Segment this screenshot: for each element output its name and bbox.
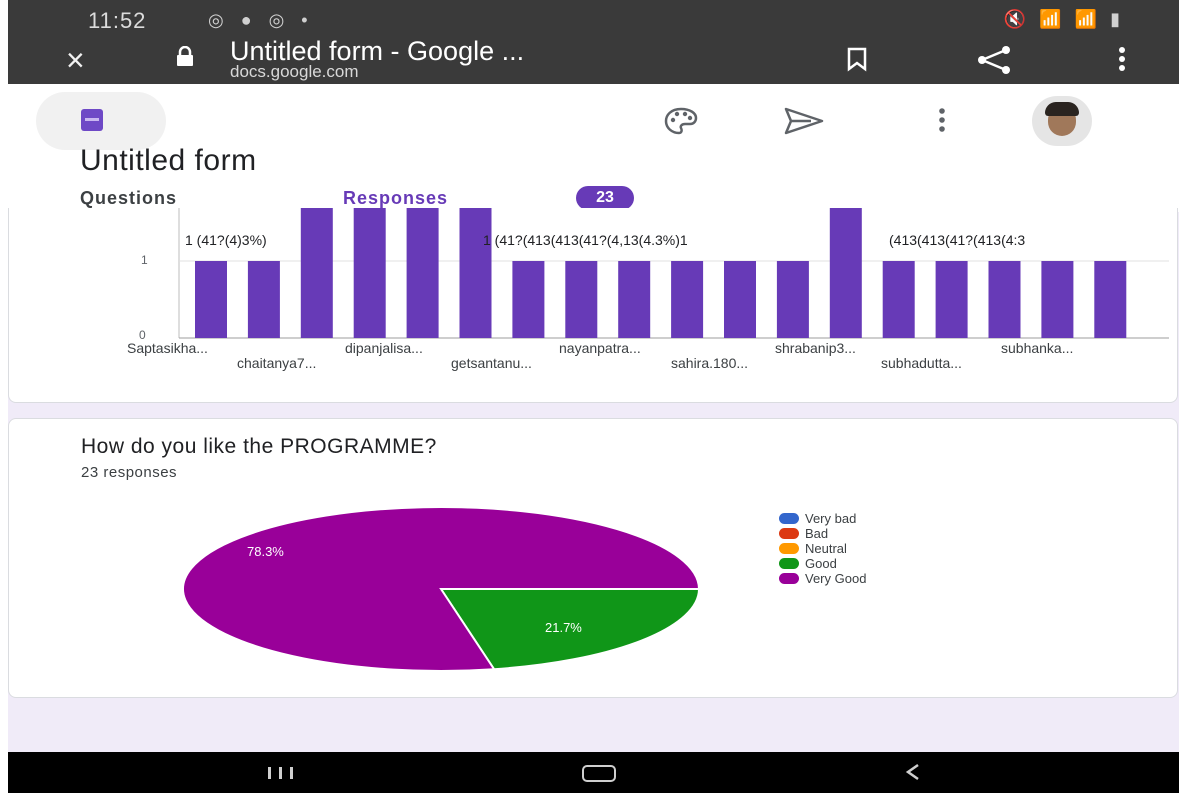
lock-icon <box>177 46 193 66</box>
pie-slices <box>182 506 701 673</box>
pie-legend: Very bad Bad Neutral Good Very Good <box>779 511 866 586</box>
bar-chart: 1 0 1 (41?(4)3%) 1 (41?(413(413(41?(4,13… <box>127 184 1169 371</box>
legend-item: Very Good <box>779 571 866 586</box>
legend-item: Good <box>779 556 866 571</box>
bar <box>935 261 968 338</box>
x-tick-label: subhadutta... <box>881 355 962 371</box>
bar-data-label: (413(413(41?(413(4:3 <box>889 232 1025 248</box>
legend-label: Very Good <box>805 571 867 586</box>
phone-screen: 11:52 ◎ ● ◎ • 🔇 📶 📶 ▮ × Untitled form - … <box>8 0 1179 793</box>
recent-apps-icon[interactable] <box>266 766 296 780</box>
system-icons: 🔇 📶 📶 ▮ <box>1003 9 1124 29</box>
form-title: Untitled form <box>80 144 257 177</box>
legend-label: Very bad <box>805 511 857 526</box>
bar <box>1041 261 1074 338</box>
frame-margin <box>0 0 8 793</box>
bar <box>195 261 227 338</box>
bar <box>300 184 333 338</box>
bar <box>565 261 598 338</box>
x-tick-label: dipanjalisa... <box>345 340 423 356</box>
bar <box>618 261 651 338</box>
custom-tab-toolbar: × Untitled form - Google ... docs.google… <box>8 36 1179 84</box>
responses-count-badge: 23 <box>576 186 634 210</box>
legend-label: Neutral <box>805 541 847 556</box>
status-bar: 11:52 ◎ ● ◎ • 🔇 📶 📶 ▮ <box>8 0 1179 40</box>
bar <box>406 184 439 338</box>
page-url: docs.google.com <box>230 62 359 81</box>
bar <box>459 184 492 338</box>
navigation-bar <box>8 752 1179 793</box>
x-tick-label: chaitanya7... <box>237 355 316 371</box>
x-tick-label: sahira.180... <box>671 355 748 371</box>
bar <box>988 261 1021 338</box>
close-icon[interactable]: × <box>66 42 85 79</box>
bar <box>512 261 545 338</box>
bar <box>724 261 756 338</box>
bar-series <box>195 184 1127 338</box>
notification-icons: ◎ ● ◎ • <box>208 10 314 30</box>
pie-slice-label: 78.3% <box>247 544 284 559</box>
bar <box>353 184 386 338</box>
forms-logo-icon <box>81 109 103 131</box>
legend-swatch <box>779 528 799 539</box>
legend-swatch <box>779 558 799 569</box>
legend-item: Neutral <box>779 541 866 556</box>
x-tick-label: subhanka... <box>1001 340 1073 356</box>
x-tick-label: nayanpatra... <box>559 340 641 356</box>
bar-chart-card: 1 0 1 (41?(4)3%) 1 (41?(413(413(41?(4,13… <box>8 184 1178 403</box>
overflow-menu-icon[interactable] <box>1118 46 1126 72</box>
legend-label: Good <box>805 556 837 571</box>
legend-label: Bad <box>805 526 829 541</box>
pie-chart: 78.3% 21.7% <box>182 506 701 673</box>
legend-swatch <box>779 573 799 584</box>
bar <box>1094 261 1127 338</box>
send-icon[interactable] <box>783 106 825 136</box>
legend-swatch <box>779 543 799 554</box>
share-icon[interactable] <box>974 44 1014 76</box>
bar <box>671 261 704 338</box>
responses-content[interactable]: 1 0 1 (41?(4)3%) 1 (41?(413(413(41?(4,13… <box>8 184 1179 752</box>
status-time: 11:52 <box>88 8 147 33</box>
bar-data-label: 1 (41?(413(413(41?(4,13(4.3%)1 <box>483 232 688 248</box>
x-tick-label: Saptasikha... <box>127 340 208 356</box>
palette-icon[interactable] <box>663 106 699 136</box>
avatar-hair <box>1045 102 1079 116</box>
bar <box>776 261 809 338</box>
more-options-icon[interactable] <box>938 106 946 134</box>
tab-questions[interactable]: Questions <box>80 188 177 209</box>
pie-slice-label: 21.7% <box>545 620 582 635</box>
tab-responses[interactable]: Responses <box>343 188 448 209</box>
bar <box>829 184 862 338</box>
y-tick-label: 1 <box>141 253 148 267</box>
bar-data-label: 1 (41?(4)3%) <box>185 232 267 248</box>
legend-swatch <box>779 513 799 524</box>
home-icon[interactable] <box>582 765 616 782</box>
legend-item: Bad <box>779 526 866 541</box>
legend-item: Very bad <box>779 511 866 526</box>
bar <box>882 261 915 338</box>
x-tick-label: shrabanip3... <box>775 340 856 356</box>
x-tick-label: getsantanu... <box>451 355 532 371</box>
pie-chart-card: How do you like the PROGRAMME? 23 respon… <box>8 418 1178 698</box>
back-icon[interactable] <box>903 762 923 782</box>
forms-header: Untitled form Questions Responses 23 <box>8 84 1179 212</box>
bookmark-icon[interactable] <box>846 46 868 72</box>
avatar[interactable] <box>1032 96 1092 146</box>
bar <box>247 261 280 338</box>
